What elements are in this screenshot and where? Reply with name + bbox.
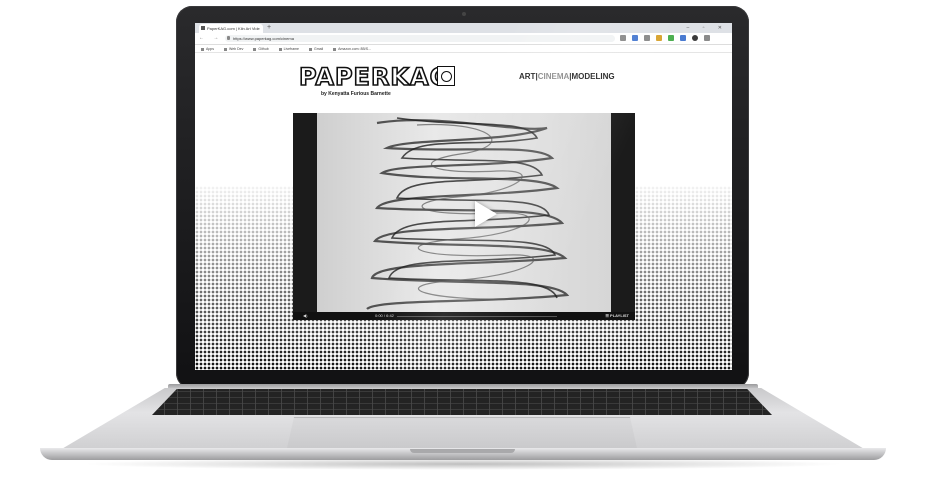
extension-icon[interactable] [632,35,638,41]
browser-tab[interactable]: PaperKAG.com | Kiln Art Vide [199,24,263,33]
video-time: 0:00 / 6:42 [375,313,394,318]
address-bar[interactable]: https://www.paperkag.com/cinema [225,35,615,42]
window-controls[interactable]: – ▫ ✕ [686,23,728,33]
wire-sculpture-image [366,117,570,310]
player-controls: ◀) 0:00 / 6:42 ☰ PLAYLIST [293,312,635,320]
progress-bar[interactable] [397,315,557,317]
address-bar-row: ← → C https://www.paperkag.com/cinema [195,33,732,45]
menu-icon[interactable] [704,35,710,41]
speaker-icon[interactable]: ◀) [303,312,307,320]
bookmark-github[interactable]: Github [253,45,268,52]
browser-tab-bar: PaperKAG.com | Kiln Art Vide + – ▫ ✕ [195,23,732,33]
bookmarks-bar: Apps Web Dev Github Liveframe Gmail Amaz… [195,45,732,53]
profile-avatar-icon[interactable] [692,35,698,41]
nav-art[interactable]: ART [519,72,535,81]
nav-modeling[interactable]: MODELING [572,72,615,81]
keyboard-rows [152,389,772,415]
url-text: https://www.paperkag.com/cinema [233,36,294,41]
nav-cinema[interactable]: CINEMA [538,72,570,81]
playlist-label: PLAYLIST [610,313,629,318]
favicon-icon [201,26,205,30]
video-frame[interactable] [317,113,611,312]
playlist-button[interactable]: ☰ PLAYLIST [605,312,629,320]
lock-icon [227,36,230,40]
new-tab-button[interactable]: + [267,23,271,33]
web-page: PAPERKAG by Kenyatta Furious Barnette AR… [195,54,732,370]
logo-text: PAPERKAG [298,63,451,91]
play-icon[interactable] [475,201,497,227]
laptop-screen: PaperKAG.com | Kiln Art Vide + – ▫ ✕ ← →… [195,23,732,370]
logo-byline: by Kenyatta Furious Barnette [321,91,391,97]
bookmark-web-dev[interactable]: Web Dev [224,45,243,52]
extension-icon[interactable] [680,35,686,41]
bookmark-liveframe[interactable]: Liveframe [279,45,299,52]
extension-icon[interactable] [656,35,662,41]
logo-emblem-icon [437,66,455,86]
trackpad [287,417,637,448]
video-player[interactable]: ◀) 0:00 / 6:42 ☰ PLAYLIST [293,113,635,320]
lid-opening-notch [410,449,515,453]
extension-icon[interactable] [668,35,674,41]
extension-icon[interactable] [644,35,650,41]
bookmark-apps[interactable]: Apps [201,45,214,52]
laptop-mockup: PaperKAG.com | Kiln Art Vide + – ▫ ✕ ← →… [0,0,927,483]
tab-title: PaperKAG.com | Kiln Art Vide [207,26,260,31]
site-logo[interactable]: PAPERKAG by Kenyatta Furious Barnette [298,62,455,102]
extension-icons [620,35,710,42]
star-icon[interactable] [620,35,626,41]
bookmark-gmail[interactable]: Gmail [309,45,323,52]
site-nav: ART|CINEMA|MODELING [519,72,615,81]
webcam [462,12,466,16]
bookmark-amazon[interactable]: Amazon.com: 8B/S... [333,45,371,52]
